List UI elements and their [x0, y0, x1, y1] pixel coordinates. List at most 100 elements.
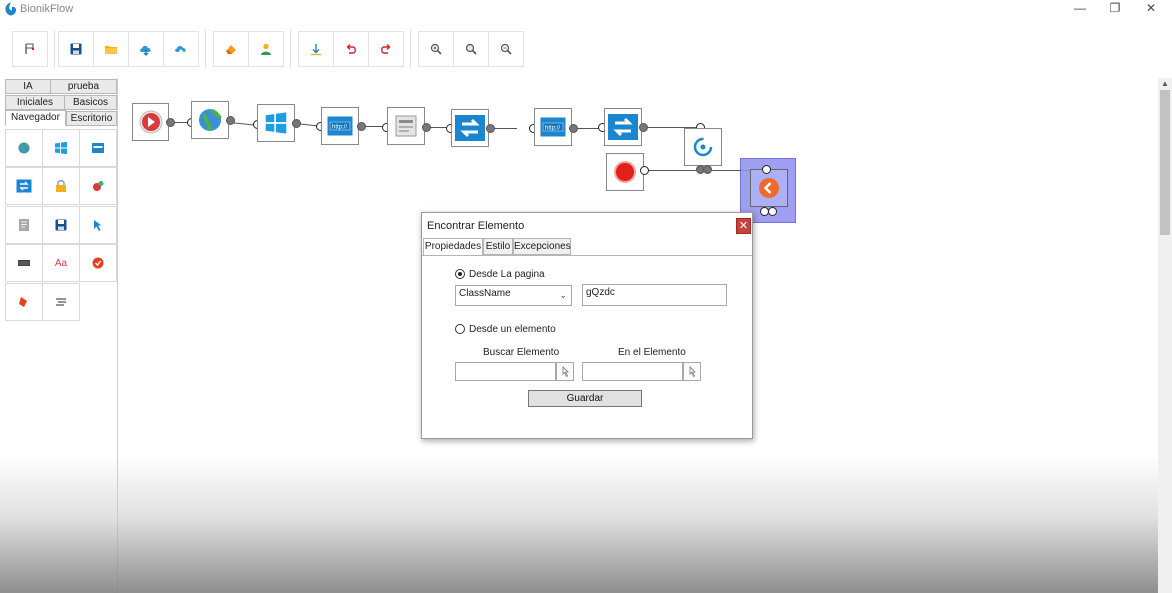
- user-button[interactable]: [248, 31, 284, 67]
- user-icon: [261, 43, 271, 55]
- minimize-button[interactable]: —: [1063, 0, 1097, 18]
- flow-node-back[interactable]: [750, 169, 788, 207]
- palette-item-switch-tab[interactable]: [5, 167, 43, 205]
- back-arrow-icon: [759, 178, 779, 198]
- node-output-port[interactable]: [357, 122, 366, 131]
- flow-node-switch-tab[interactable]: [451, 109, 489, 147]
- selector-type-dropdown[interactable]: ClassName ⌄: [455, 285, 572, 306]
- palette-item-keyboard[interactable]: [5, 244, 43, 282]
- main-toolbar: [0, 24, 1172, 74]
- scroll-up-icon[interactable]: ▲: [1158, 78, 1172, 90]
- dialog-close-button[interactable]: ✕: [736, 218, 751, 234]
- save-button[interactable]: [58, 31, 94, 67]
- flow-node-form[interactable]: [387, 107, 425, 145]
- node-output-port[interactable]: [703, 165, 712, 174]
- buscar-elemento-input[interactable]: [455, 362, 556, 381]
- palette-item-save[interactable]: [42, 206, 80, 244]
- pointer-pick-icon: [562, 365, 569, 377]
- clear-button[interactable]: [213, 31, 249, 67]
- tab-estilo[interactable]: Estilo: [483, 238, 513, 255]
- eraser-icon: [19, 297, 27, 307]
- guardar-button[interactable]: Guardar: [528, 390, 642, 407]
- keyboard-icon: [18, 260, 30, 266]
- switch-tab-icon: [16, 179, 32, 193]
- radio-desde-la-pagina[interactable]: [455, 269, 465, 279]
- flow-node-windows[interactable]: [257, 104, 295, 142]
- tab-divider: [422, 255, 752, 256]
- en-el-elemento-input[interactable]: [582, 362, 683, 381]
- dialog-title: Encontrar Elemento: [427, 220, 525, 232]
- palette-item-plugin[interactable]: [79, 167, 117, 205]
- open-button[interactable]: [93, 31, 129, 67]
- redo-button[interactable]: [368, 31, 404, 67]
- palette-item-browser-window[interactable]: [79, 129, 117, 167]
- loop-icon: [693, 137, 713, 157]
- browser-window-icon: [92, 143, 104, 153]
- app-logo-icon: [5, 2, 16, 16]
- buscar-elemento-label: Buscar Elemento: [483, 347, 560, 358]
- cloud-upload-button[interactable]: [163, 31, 199, 67]
- tab-escritorio[interactable]: Escritorio: [66, 111, 117, 126]
- node-output-port[interactable]: [486, 124, 495, 133]
- vertical-scrollbar[interactable]: ▲: [1158, 78, 1172, 593]
- close-window-button[interactable]: ✕: [1134, 0, 1168, 18]
- chevron-down-icon: ⌄: [559, 290, 567, 300]
- palette-item-list[interactable]: [42, 283, 80, 321]
- en-el-elemento-pick-button[interactable]: [683, 362, 701, 381]
- browser-url-icon: http://: [327, 116, 353, 136]
- palette-item-open-browser[interactable]: [5, 129, 43, 167]
- node-output-port[interactable]: [226, 116, 235, 125]
- undo-icon: [346, 44, 356, 54]
- zoom-reset-button[interactable]: [453, 31, 489, 67]
- zoom-out-button[interactable]: [488, 31, 524, 67]
- plugin-icon: [93, 181, 104, 191]
- node-output-port[interactable]: [768, 207, 777, 216]
- tab-prueba[interactable]: prueba: [50, 79, 117, 94]
- palette-item-click[interactable]: [79, 206, 117, 244]
- flow-node-open-browser[interactable]: [191, 101, 229, 139]
- cloud-download-button[interactable]: [128, 31, 164, 67]
- flow-node-loop[interactable]: [684, 128, 722, 166]
- palette-item-eraser[interactable]: [5, 283, 43, 321]
- tab-navegador[interactable]: Navegador: [5, 110, 66, 126]
- palette-item-check[interactable]: [79, 244, 117, 282]
- tab-basicos[interactable]: Basicos: [64, 95, 117, 110]
- scrollbar-thumb[interactable]: [1160, 90, 1170, 235]
- palette-item-document[interactable]: [5, 206, 43, 244]
- node-input-port[interactable]: [640, 166, 649, 175]
- palette-item-lock[interactable]: [42, 167, 80, 205]
- tab-iniciales[interactable]: Iniciales: [5, 95, 65, 110]
- palette-item-windows[interactable]: [42, 129, 80, 167]
- tab-excepciones[interactable]: Excepciones: [513, 238, 571, 255]
- node-output-port[interactable]: [292, 119, 301, 128]
- buscar-elemento-pick-button[interactable]: [556, 362, 574, 381]
- radio-desde-la-pagina-label: Desde La pagina: [469, 269, 545, 280]
- cloud-download-icon: [140, 45, 151, 56]
- maximize-button[interactable]: ❐: [1098, 0, 1132, 18]
- windows-icon: [265, 112, 287, 134]
- radio-desde-un-elemento[interactable]: [455, 324, 465, 334]
- save-icon: [70, 43, 82, 55]
- new-flow-button[interactable]: [12, 31, 48, 67]
- node-output-port[interactable]: [166, 118, 175, 127]
- pointer-pick-icon: [689, 365, 696, 377]
- node-input-port[interactable]: [762, 165, 771, 174]
- zoom-reset-icon: [465, 43, 477, 55]
- tab-ia[interactable]: IA: [5, 79, 51, 94]
- globe-icon: [199, 108, 222, 132]
- node-output-port[interactable]: [569, 124, 578, 133]
- flow-node-stop[interactable]: [606, 153, 644, 191]
- node-output-port[interactable]: [639, 123, 648, 132]
- download-button[interactable]: [298, 31, 334, 67]
- node-output-port[interactable]: [422, 123, 431, 132]
- zoom-in-button[interactable]: [418, 31, 454, 67]
- cloud-upload-icon: [175, 45, 186, 55]
- palette-item-text[interactable]: Aa: [42, 244, 80, 282]
- flow-node-start[interactable]: [132, 103, 169, 141]
- undo-button[interactable]: [333, 31, 369, 67]
- flow-node-switch-tab-2[interactable]: [604, 108, 642, 146]
- flow-node-navigate-url[interactable]: http://: [321, 107, 359, 145]
- tab-propiedades[interactable]: Propiedades: [423, 238, 483, 256]
- selector-value-input[interactable]: gQzdc: [582, 284, 727, 306]
- flow-node-navigate-url-2[interactable]: http://: [534, 108, 572, 146]
